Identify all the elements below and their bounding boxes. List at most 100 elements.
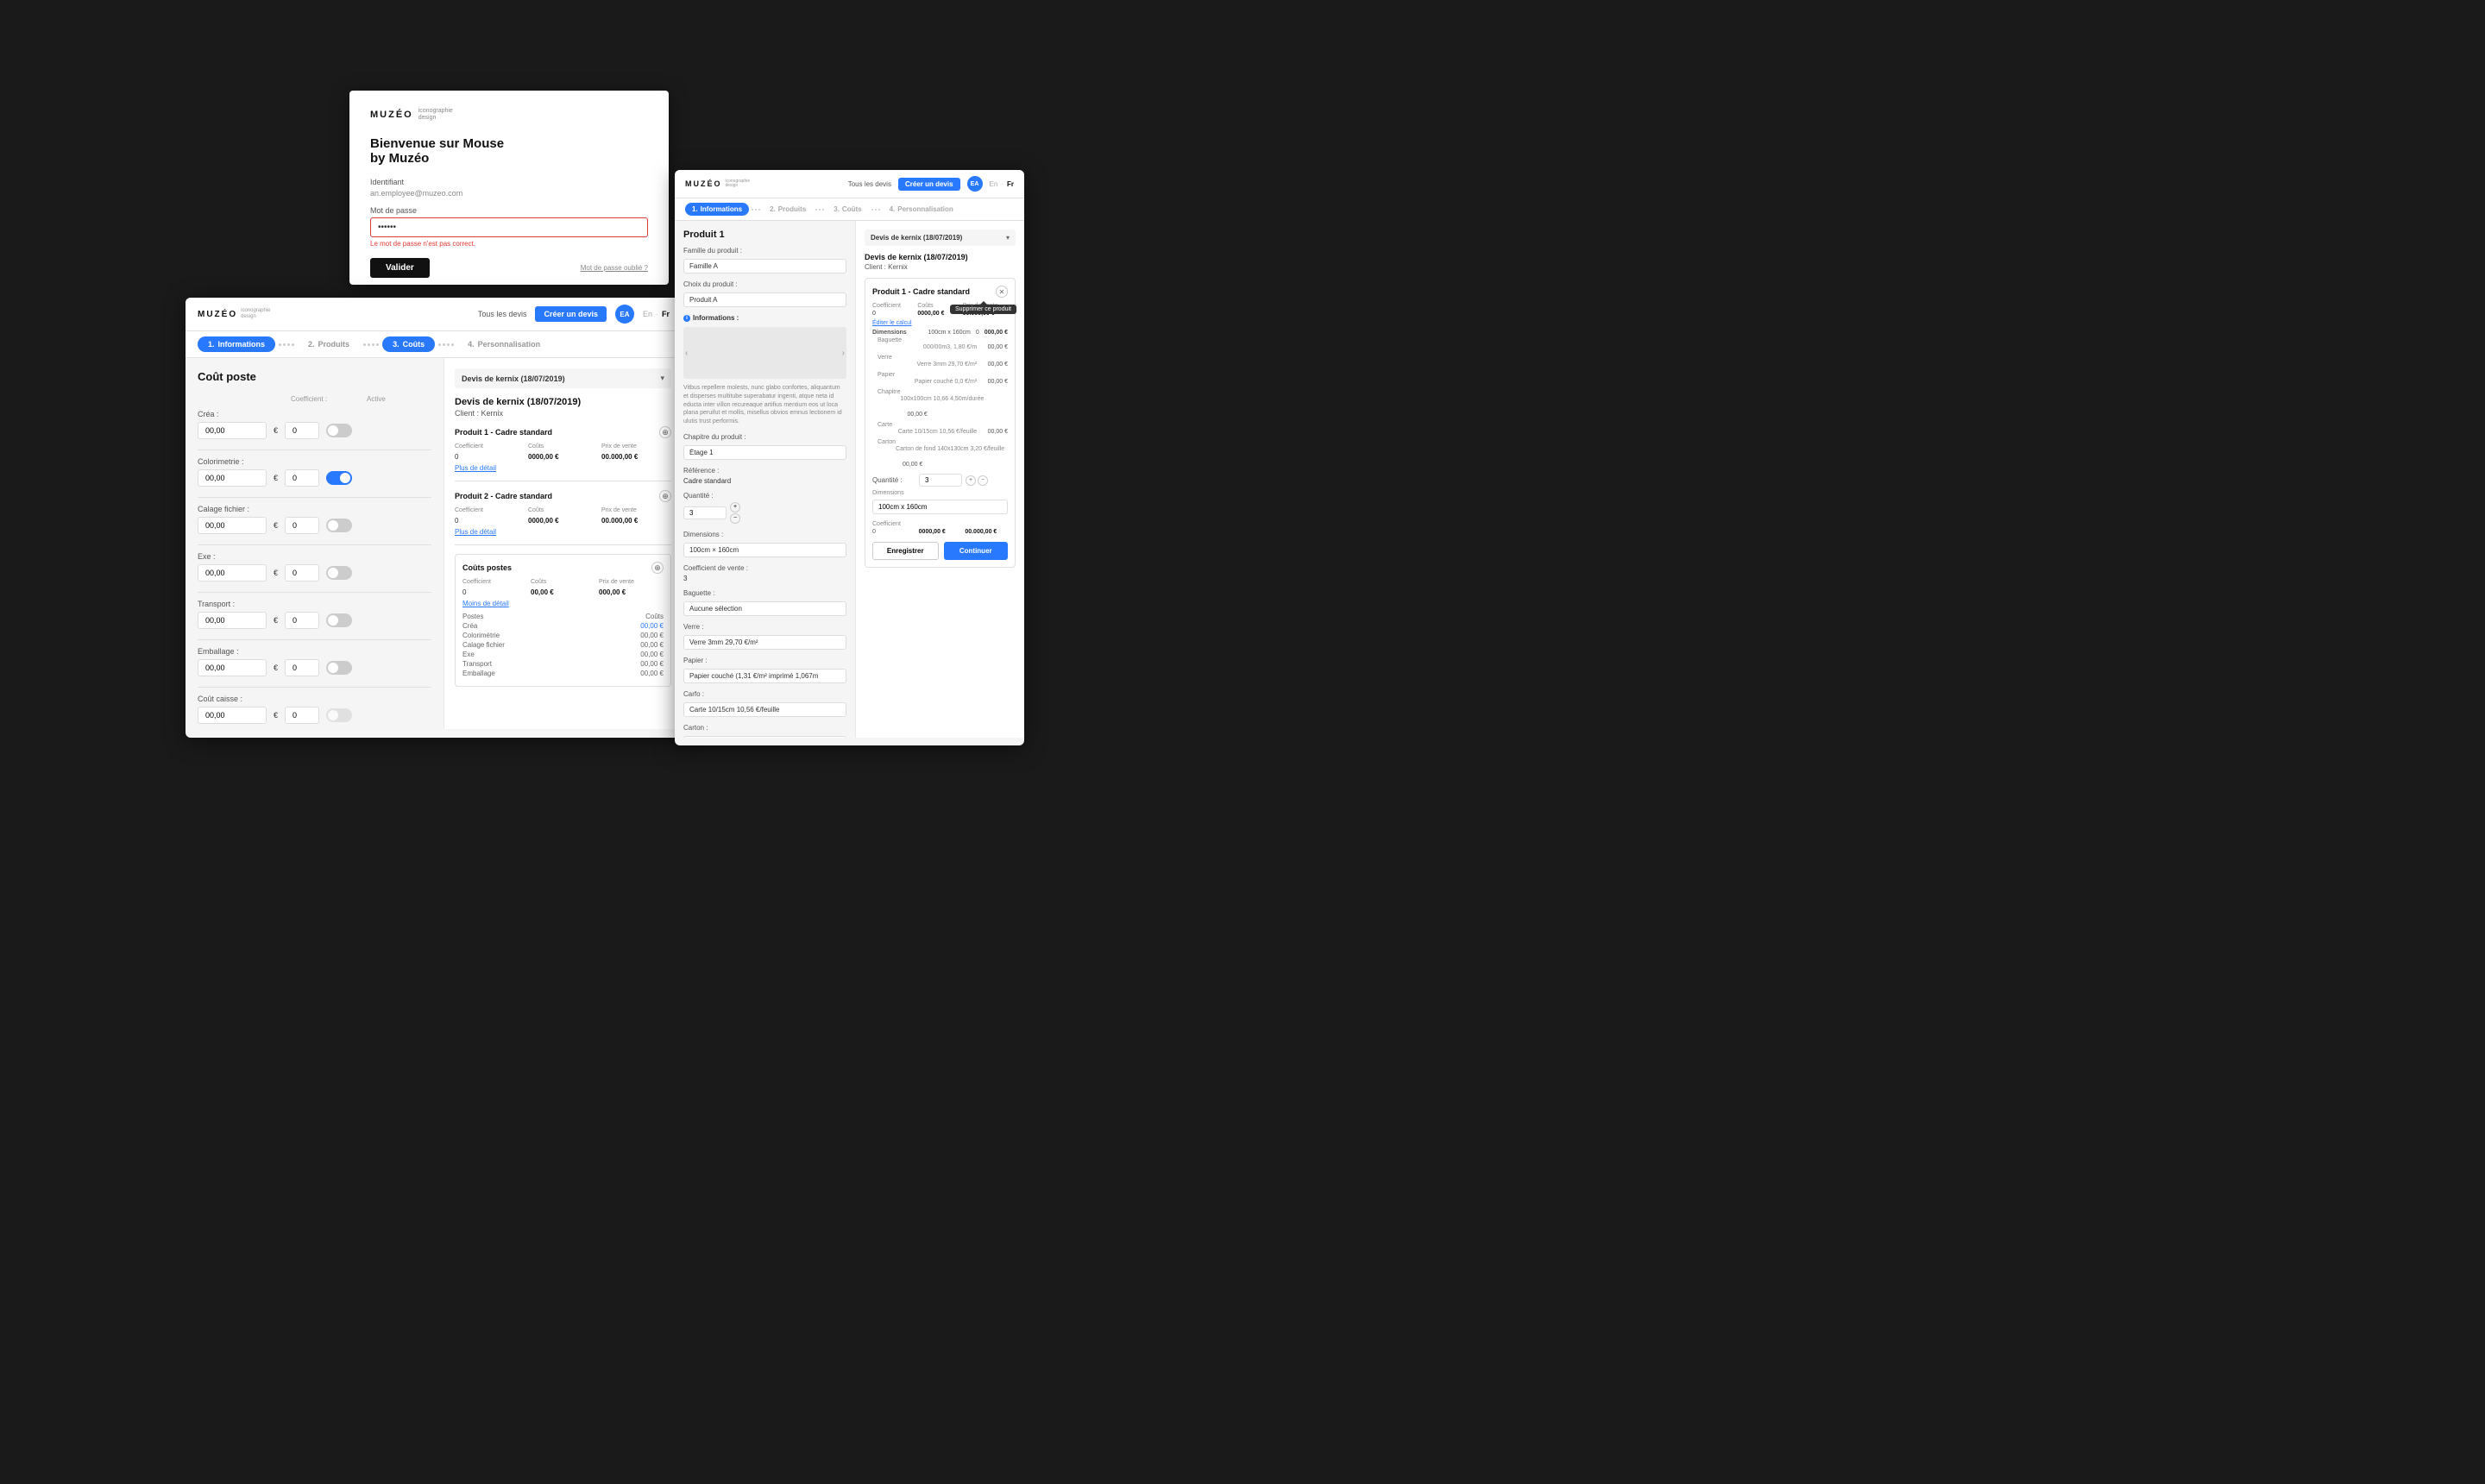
second-chapter-select[interactable]: Étage 1 — [683, 445, 846, 460]
sstep-4[interactable]: 4. Personnalisation — [883, 203, 960, 216]
second-papier-select[interactable]: Papier couché (1,31 €/m² imprimé 1,067m — [683, 669, 846, 683]
app-lang-en[interactable]: En — [643, 310, 652, 318]
costs-detail-link[interactable]: Moins de détail — [462, 600, 664, 607]
transport-coeff[interactable] — [285, 612, 319, 629]
cout-caisse-toggle[interactable] — [326, 708, 352, 722]
second-baguette-select[interactable]: Aucune sélection — [683, 601, 846, 616]
cout-caisse-input[interactable] — [198, 707, 267, 724]
image-prev-arrow[interactable]: ‹ — [685, 349, 688, 358]
login-forgot-link[interactable]: Mot de passe oublié ? — [581, 264, 648, 272]
sr-dim-select[interactable]: 100cm x 160cm — [872, 500, 1008, 514]
second-create-btn[interactable]: Créer un devis — [898, 178, 960, 191]
sr-coeff-row-val: 0 — [872, 529, 915, 535]
calage-input[interactable] — [198, 517, 267, 534]
field-exe: Exe : € — [198, 552, 431, 582]
main-app-panel: MUZÉO iconographiedesign Tous les devis … — [186, 298, 682, 738]
second-app-logo: MUZÉO iconographiedesign — [685, 179, 750, 189]
costs-coeff: 0 — [462, 588, 527, 596]
second-quote-dropdown[interactable]: Devis de kernix (18/07/2019) ▾ — [865, 230, 1016, 246]
transport-toggle[interactable] — [326, 613, 352, 627]
costs-detail-table: Postes Coûts Créa 00,00 € Colorimétrie 0… — [462, 613, 664, 677]
second-delete-product-btn[interactable]: ✕ — [996, 286, 1008, 298]
emballage-coeff[interactable] — [285, 659, 319, 676]
step-4[interactable]: 4. Personnalisation — [457, 336, 550, 352]
step-dot — [292, 343, 294, 346]
product-1-couts: 0000,00 € — [528, 453, 598, 461]
step-3[interactable]: 3. Coûts — [382, 336, 435, 352]
sstep-1[interactable]: 1. Informations — [685, 203, 749, 216]
app-lang-fr[interactable]: Fr — [662, 310, 670, 318]
colorimetrie-input[interactable] — [198, 469, 267, 487]
sstep-3[interactable]: 3. Coûts — [827, 203, 868, 216]
sr-qty-up[interactable]: + — [966, 475, 976, 486]
app-user-avatar[interactable]: EA — [615, 305, 634, 324]
second-qty-input[interactable] — [683, 506, 727, 519]
image-next-arrow[interactable]: › — [842, 349, 845, 358]
colorimetrie-coeff[interactable] — [285, 469, 319, 487]
colorimetrie-toggle[interactable] — [326, 471, 352, 485]
sr-save-btn[interactable]: Enregistrer — [872, 542, 939, 560]
field-crea: Créa : € — [198, 410, 431, 439]
field-transport: Transport : € — [198, 600, 431, 629]
sr-qty-down[interactable]: − — [978, 475, 988, 486]
quote-client-title: Devis de kernix (18/07/2019) — [455, 397, 671, 407]
costs-options-btn[interactable]: ⊕ — [651, 562, 664, 574]
coeff-col-header-2: Coefficient — [455, 507, 525, 513]
app-nav-link[interactable]: Tous les devis — [478, 310, 527, 318]
crea-coeff[interactable] — [285, 422, 319, 439]
sr-continue-btn[interactable]: Continuer — [944, 542, 1009, 560]
sr-edit-calc-link[interactable]: Éditer le calcul — [872, 320, 1008, 326]
exe-toggle[interactable] — [326, 566, 352, 580]
detail-colorimetrie-label: Colorimétrie — [462, 632, 500, 639]
transport-input[interactable] — [198, 612, 267, 629]
app-content: Coût poste Coefficient : Active Créa : € — [186, 358, 682, 729]
step-dot — [283, 343, 286, 346]
qty-up-btn[interactable]: + — [730, 502, 740, 512]
second-header-right: Tous les devis Créer un devis EA En · Fr — [848, 176, 1014, 192]
second-papier-group: Papier : Papier couché (1,31 €/m² imprim… — [683, 657, 846, 683]
calage-toggle[interactable] — [326, 519, 352, 532]
second-dim-select[interactable]: 100cm × 160cm — [683, 543, 846, 557]
second-user-avatar[interactable]: EA — [967, 176, 983, 192]
crea-toggle[interactable] — [326, 424, 352, 437]
calage-coeff[interactable] — [285, 517, 319, 534]
qty-down-btn[interactable]: − — [730, 513, 740, 524]
second-verre-select[interactable]: Verre 3mm 29,70 €/m² — [683, 635, 846, 650]
sr-qty-input[interactable] — [919, 474, 962, 487]
emballage-input[interactable] — [198, 659, 267, 676]
app-create-btn[interactable]: Créer un devis — [535, 306, 607, 322]
second-family-group: Famille du produit : Famille A — [683, 247, 846, 274]
product-1-detail-link[interactable]: Plus de détail — [455, 464, 671, 472]
login-error-text: Le mot de passe n'est pas correct. — [370, 240, 648, 248]
exe-coeff[interactable] — [285, 564, 319, 582]
emballage-currency: € — [274, 663, 278, 672]
exe-input[interactable] — [198, 564, 267, 582]
product-1-prix: 00.000,00 € — [601, 453, 671, 461]
login-submit-button[interactable]: Valider — [370, 258, 430, 278]
second-nav-link[interactable]: Tous les devis — [848, 180, 891, 188]
second-carton-select[interactable]: Carton de fond 140x130cm 3,20 €/feuille — [683, 736, 846, 738]
crea-input[interactable] — [198, 422, 267, 439]
step-2[interactable]: 2. Produits — [298, 336, 360, 352]
second-family-select[interactable]: Famille A — [683, 259, 846, 274]
login-password-input[interactable] — [370, 217, 648, 237]
second-product-select[interactable]: Produit A — [683, 292, 846, 307]
transport-currency: € — [274, 616, 278, 625]
emballage-toggle[interactable] — [326, 661, 352, 675]
product-2-detail-link[interactable]: Plus de détail — [455, 528, 671, 536]
sr-coeff-row-label: Coefficient — [872, 521, 1008, 527]
second-lang-fr[interactable]: Fr — [1007, 180, 1014, 188]
second-lang-en[interactable]: En — [990, 180, 998, 188]
sstep-2[interactable]: 2. Produits — [763, 203, 813, 216]
product-1-name: Produit 1 - Cadre standard — [455, 428, 552, 437]
step-dot — [451, 343, 454, 346]
product-2-options-btn[interactable]: ⊕ — [659, 490, 671, 502]
second-quote-dropdown-label: Devis de kernix (18/07/2019) — [871, 234, 962, 242]
login-password-label: Mot de passe — [370, 206, 648, 215]
second-carfo-select[interactable]: Carte 10/15cm 10,56 €/feuille — [683, 702, 846, 717]
product-1-options-btn[interactable]: ⊕ — [659, 426, 671, 438]
quote-header[interactable]: Devis de kernix (18/07/2019) ▾ — [455, 368, 671, 388]
step-1[interactable]: 1. Informations — [198, 336, 275, 352]
cout-caisse-coeff[interactable] — [285, 707, 319, 724]
second-dim-group: Dimensions : 100cm × 160cm — [683, 531, 846, 557]
